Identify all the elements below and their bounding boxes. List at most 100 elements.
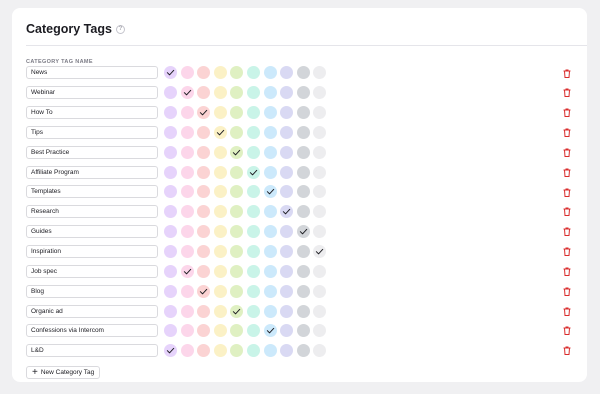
color-swatch[interactable] xyxy=(180,106,194,120)
color-swatch[interactable] xyxy=(180,324,194,338)
color-swatch[interactable] xyxy=(246,324,260,338)
color-swatch[interactable] xyxy=(246,125,260,139)
color-swatch[interactable] xyxy=(246,165,260,179)
delete-button[interactable] xyxy=(562,147,571,157)
color-swatch[interactable] xyxy=(280,86,294,100)
color-swatch[interactable] xyxy=(213,185,227,199)
color-swatch[interactable] xyxy=(246,185,260,199)
color-swatch[interactable] xyxy=(213,205,227,219)
color-swatch[interactable] xyxy=(180,145,194,159)
tag-name-input[interactable] xyxy=(26,324,158,338)
question-circle-icon[interactable]: ? xyxy=(115,24,125,34)
color-swatch[interactable] xyxy=(180,304,194,318)
tag-name-input[interactable] xyxy=(26,284,158,298)
color-swatch[interactable] xyxy=(213,66,227,80)
tag-name-input[interactable] xyxy=(26,66,158,80)
color-swatch[interactable] xyxy=(197,245,211,259)
color-swatch[interactable] xyxy=(164,225,177,239)
color-swatch[interactable] xyxy=(313,245,327,259)
delete-button[interactable] xyxy=(562,326,571,336)
color-swatch[interactable] xyxy=(164,324,177,338)
color-swatch[interactable] xyxy=(296,125,310,139)
tag-name-input[interactable] xyxy=(26,86,158,100)
color-swatch[interactable] xyxy=(313,66,327,80)
color-swatch[interactable] xyxy=(263,225,277,239)
color-swatch[interactable] xyxy=(313,344,327,358)
color-swatch[interactable] xyxy=(263,344,277,358)
color-swatch[interactable] xyxy=(296,324,310,338)
tag-name-input[interactable] xyxy=(26,165,158,179)
color-swatch[interactable] xyxy=(246,264,260,278)
color-swatch[interactable] xyxy=(246,66,260,80)
color-swatch[interactable] xyxy=(213,145,227,159)
color-swatch[interactable] xyxy=(296,284,310,298)
color-swatch[interactable] xyxy=(280,205,294,219)
tag-name-input[interactable] xyxy=(26,264,158,278)
tag-name-input[interactable] xyxy=(26,344,158,358)
color-swatch[interactable] xyxy=(263,304,277,318)
color-swatch[interactable] xyxy=(197,125,211,139)
color-swatch[interactable] xyxy=(213,264,227,278)
color-swatch[interactable] xyxy=(213,344,227,358)
color-swatch[interactable] xyxy=(280,324,294,338)
color-swatch[interactable] xyxy=(197,304,211,318)
delete-button[interactable] xyxy=(562,88,571,98)
color-swatch[interactable] xyxy=(313,284,327,298)
color-swatch[interactable] xyxy=(313,185,327,199)
color-swatch[interactable] xyxy=(313,145,327,159)
color-swatch[interactable] xyxy=(213,324,227,338)
color-swatch[interactable] xyxy=(230,304,244,318)
color-swatch[interactable] xyxy=(263,125,277,139)
color-swatch[interactable] xyxy=(197,145,211,159)
color-swatch[interactable] xyxy=(280,225,294,239)
color-swatch[interactable] xyxy=(197,205,211,219)
color-swatch[interactable] xyxy=(180,165,194,179)
delete-button[interactable] xyxy=(562,167,571,177)
color-swatch[interactable] xyxy=(296,185,310,199)
delete-button[interactable] xyxy=(562,207,571,217)
color-swatch[interactable] xyxy=(263,185,277,199)
color-swatch[interactable] xyxy=(313,304,327,318)
color-swatch[interactable] xyxy=(280,165,294,179)
color-swatch[interactable] xyxy=(213,106,227,120)
color-swatch[interactable] xyxy=(180,66,194,80)
color-swatch[interactable] xyxy=(164,86,177,100)
color-swatch[interactable] xyxy=(164,245,177,259)
color-swatch[interactable] xyxy=(296,86,310,100)
color-swatch[interactable] xyxy=(197,225,211,239)
color-swatch[interactable] xyxy=(180,264,194,278)
tag-name-input[interactable] xyxy=(26,106,158,120)
color-swatch[interactable] xyxy=(313,86,327,100)
color-swatch[interactable] xyxy=(246,344,260,358)
color-swatch[interactable] xyxy=(313,165,327,179)
color-swatch[interactable] xyxy=(296,344,310,358)
color-swatch[interactable] xyxy=(313,264,327,278)
color-swatch[interactable] xyxy=(230,165,244,179)
color-swatch[interactable] xyxy=(230,185,244,199)
color-swatch[interactable] xyxy=(180,225,194,239)
color-swatch[interactable] xyxy=(313,125,327,139)
color-swatch[interactable] xyxy=(180,245,194,259)
color-swatch[interactable] xyxy=(180,125,194,139)
color-swatch[interactable] xyxy=(164,264,177,278)
delete-button[interactable] xyxy=(562,128,571,138)
color-swatch[interactable] xyxy=(230,125,244,139)
color-swatch[interactable] xyxy=(164,125,177,139)
color-swatch[interactable] xyxy=(213,125,227,139)
color-swatch[interactable] xyxy=(230,344,244,358)
color-swatch[interactable] xyxy=(197,264,211,278)
color-swatch[interactable] xyxy=(296,264,310,278)
color-swatch[interactable] xyxy=(246,145,260,159)
delete-button[interactable] xyxy=(562,108,571,118)
color-swatch[interactable] xyxy=(280,185,294,199)
color-swatch[interactable] xyxy=(213,86,227,100)
color-swatch[interactable] xyxy=(213,225,227,239)
color-swatch[interactable] xyxy=(246,106,260,120)
color-swatch[interactable] xyxy=(280,106,294,120)
color-swatch[interactable] xyxy=(164,205,177,219)
color-swatch[interactable] xyxy=(280,304,294,318)
color-swatch[interactable] xyxy=(246,304,260,318)
tag-name-input[interactable] xyxy=(26,245,158,259)
color-swatch[interactable] xyxy=(230,205,244,219)
delete-button[interactable] xyxy=(562,266,571,276)
